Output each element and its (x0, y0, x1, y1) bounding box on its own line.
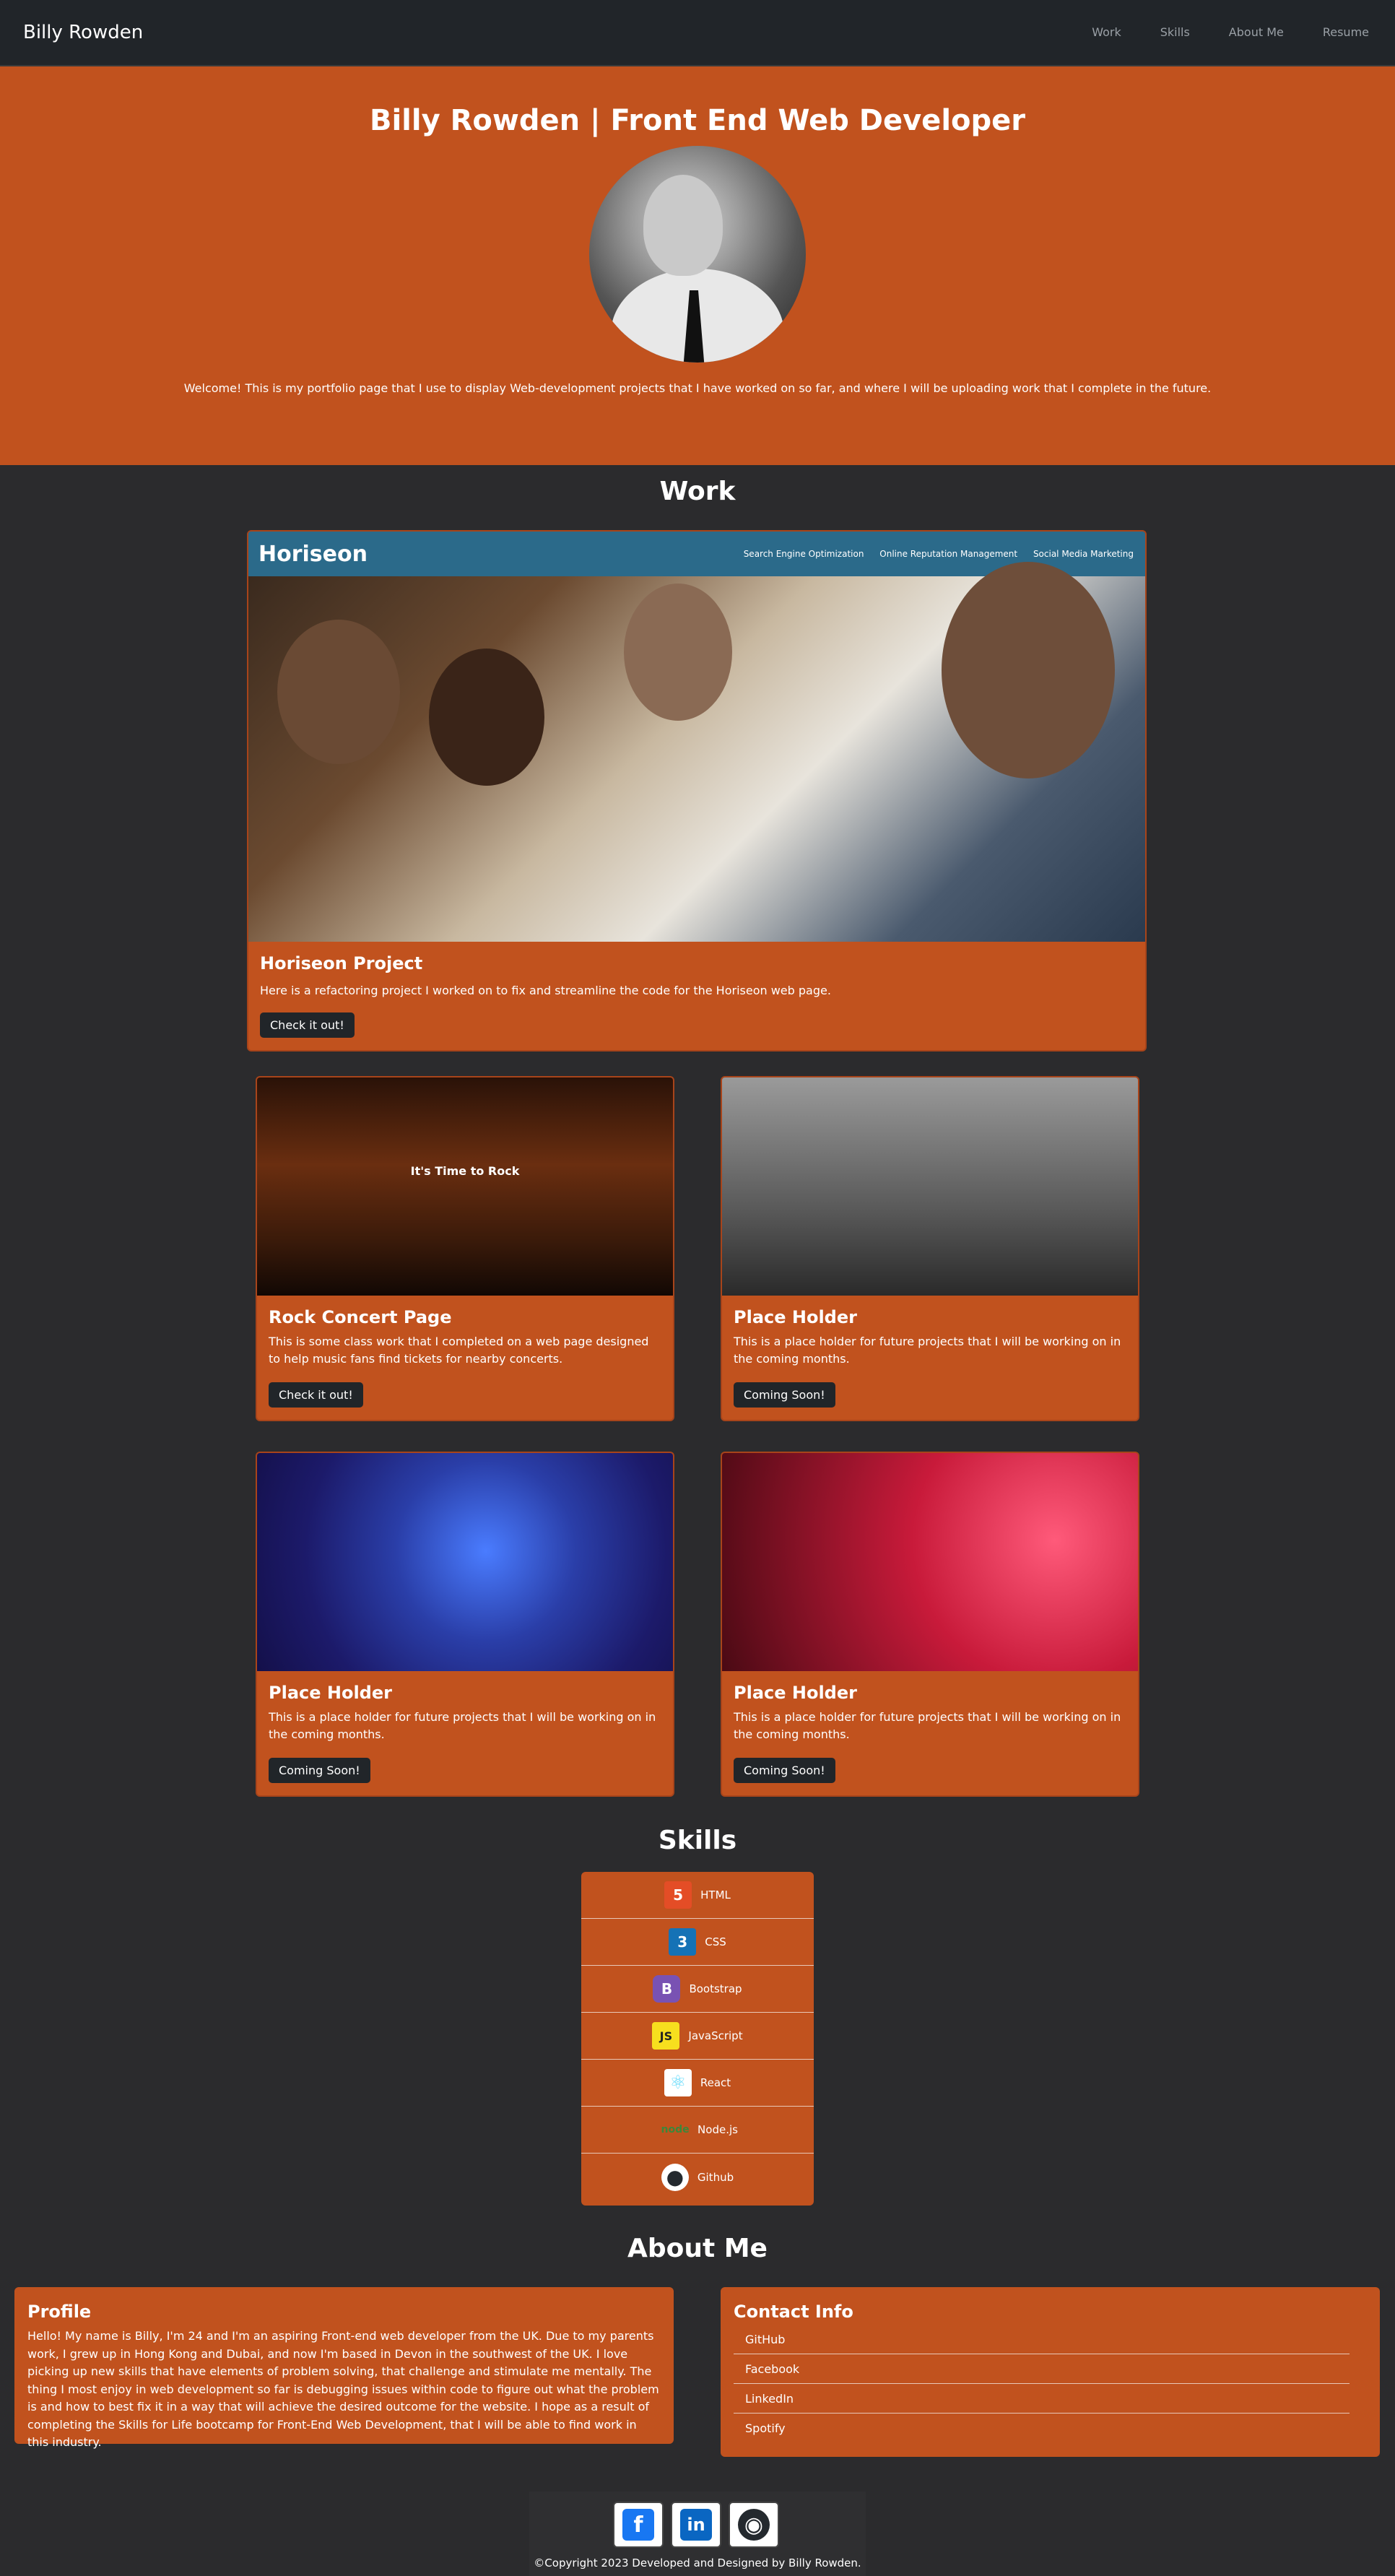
profile-card: Profile Hello! My name is Billy, I'm 24 … (14, 2287, 674, 2449)
nav-link-work[interactable]: Work (1092, 25, 1121, 39)
hero-section: Billy Rowden | Front End Web Developer W… (0, 66, 1395, 465)
skill-item-bootstrap: B Bootstrap (581, 1966, 814, 2013)
contact-info-card: Contact Info GitHub Facebook LinkedIn Sp… (721, 2287, 1380, 2457)
red-lights-preview-image (722, 1453, 1138, 1671)
check-it-out-button[interactable]: Check it out! (269, 1382, 363, 1408)
project-card-description: This is a place holder for future projec… (269, 1710, 656, 1741)
linkedin-link[interactable]: in (671, 2502, 721, 2548)
contact-link-facebook[interactable]: Facebook (734, 2354, 1350, 2384)
project-card-title: Place Holder (734, 1683, 857, 1703)
contact-link-spotify[interactable]: Spotify (734, 2414, 1350, 2443)
skill-label: JavaScript (688, 2029, 743, 2042)
nav-link-about-me[interactable]: About Me (1229, 25, 1284, 39)
horiseon-logo: Horiseon (258, 542, 368, 567)
skill-item-css: 3 CSS (581, 1919, 814, 1966)
project-card-placeholder: Place Holder This is a place holder for … (721, 1452, 1139, 1797)
skill-item-javascript: JS JavaScript (581, 2013, 814, 2060)
navbar: Billy Rowden Work Skills About Me Resume (0, 0, 1395, 66)
nodejs-icon: node (661, 2124, 690, 2135)
featured-check-it-out-button[interactable]: Check it out! (260, 1012, 355, 1038)
github-icon: ● (661, 2163, 689, 2191)
coming-soon-button[interactable]: Coming Soon! (734, 1382, 835, 1408)
css3-icon: 3 (669, 1928, 697, 1956)
about-section-title: About Me (627, 2234, 768, 2263)
project-card-title: Place Holder (269, 1683, 392, 1703)
horiseon-preview-links: Search Engine Optimization Online Reputa… (731, 549, 1134, 559)
photo-person-shape (942, 562, 1115, 779)
github-link[interactable]: ◉ (729, 2502, 779, 2548)
copyright-text: ©Copyright 2023 Developed and Designed b… (534, 2557, 861, 2570)
photo-person-shape (624, 584, 732, 721)
nav-link-skills[interactable]: Skills (1160, 25, 1190, 39)
profile-text: Hello! My name is Billy, I'm 24 and I'm … (27, 2329, 659, 2449)
brand-link[interactable]: Billy Rowden (23, 22, 143, 43)
horiseon-preview-image[interactable]: Horiseon Search Engine Optimization Onli… (248, 532, 1145, 942)
skills-section-title: Skills (658, 1826, 737, 1855)
skill-item-html: 5 HTML (581, 1872, 814, 1919)
skill-label: Node.js (698, 2123, 738, 2136)
nav-link-resume[interactable]: Resume (1323, 25, 1369, 39)
project-card-placeholder: Place Holder This is a place holder for … (256, 1452, 674, 1797)
project-card-placeholder: Place Holder This is a place holder for … (721, 1076, 1139, 1421)
project-card-description: This is a place holder for future projec… (734, 1335, 1121, 1366)
skill-label: Bootstrap (689, 1982, 742, 1995)
react-icon: ⚛ (664, 2069, 692, 2096)
laptop-preview-image (257, 1453, 673, 1671)
preview-link-orm: Online Reputation Management (879, 549, 1018, 559)
rock-preview-heading: It's Time to Rock (410, 1164, 520, 1178)
facebook-link[interactable]: f (613, 2502, 664, 2548)
featured-project-card: Horiseon Search Engine Optimization Onli… (247, 530, 1147, 1051)
nav-links: Work Skills About Me Resume (1053, 25, 1369, 39)
contact-link-linkedin[interactable]: LinkedIn (734, 2384, 1350, 2414)
coming-soon-button[interactable]: Coming Soon! (269, 1758, 370, 1783)
skill-label: CSS (705, 1935, 726, 1948)
preview-link-seo: Search Engine Optimization (743, 549, 864, 559)
skill-label: HTML (700, 1888, 731, 1901)
photo-head-shape (643, 175, 723, 276)
contact-info-title: Contact Info (734, 2302, 853, 2322)
skill-item-github: ● Github (581, 2154, 814, 2200)
project-card-description: This is some class work that I completed… (269, 1335, 649, 1366)
hero-title: Billy Rowden | Front End Web Developer (369, 104, 1025, 137)
html5-icon: 5 (664, 1881, 692, 1909)
preview-link-smm: Social Media Marketing (1033, 549, 1134, 559)
rock-concert-preview-image[interactable]: It's Time to Rock (257, 1077, 673, 1296)
featured-project-title: Horiseon Project (260, 953, 423, 973)
project-card-description: This is a place holder for future projec… (734, 1710, 1121, 1741)
bootstrap-icon: B (653, 1975, 681, 2003)
coming-soon-button[interactable]: Coming Soon! (734, 1758, 835, 1783)
profile-title: Profile (27, 2302, 92, 2322)
skill-item-react: ⚛ React (581, 2060, 814, 2107)
project-card-title: Place Holder (734, 1307, 857, 1327)
featured-project-description: Here is a refactoring project I worked o… (260, 984, 831, 997)
skill-item-nodejs: node Node.js (581, 2107, 814, 2154)
coder-preview-image (722, 1077, 1138, 1296)
team-meeting-photo (248, 562, 1145, 942)
facebook-icon: f (622, 2509, 654, 2541)
photo-person-shape (277, 620, 400, 764)
skill-label: React (700, 2076, 731, 2089)
photo-person-shape (429, 649, 544, 786)
javascript-icon: JS (652, 2022, 680, 2050)
contact-link-github[interactable]: GitHub (734, 2325, 1350, 2354)
welcome-text: Welcome! This is my portfolio page that … (183, 381, 1212, 395)
github-icon: ◉ (738, 2509, 770, 2541)
footer: f in ◉ ©Copyright 2023 Developed and Des… (529, 2492, 866, 2576)
project-card-title: Rock Concert Page (269, 1307, 452, 1327)
skills-list: 5 HTML 3 CSS B Bootstrap JS JavaScript ⚛… (581, 1872, 814, 2206)
profile-photo (589, 146, 806, 363)
skill-label: Github (697, 2170, 734, 2184)
project-card-rock-concert: It's Time to Rock Rock Concert Page This… (256, 1076, 674, 1421)
linkedin-icon: in (680, 2509, 712, 2541)
work-section-title: Work (659, 477, 736, 506)
